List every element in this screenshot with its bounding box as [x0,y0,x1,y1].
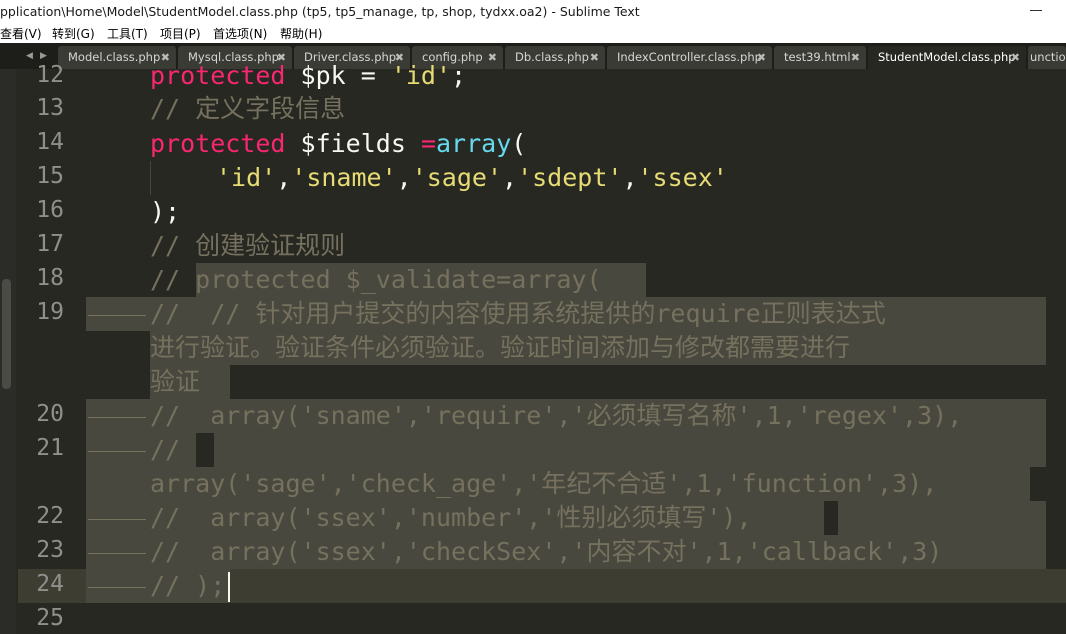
menu-bar: 查看(V) 转到(G) 工具(T) 项目(P) 首选项(N) 帮助(H) [0,24,1066,43]
tab-studentmodel[interactable]: StudentModel.class.php ✖ [868,46,1026,69]
close-icon[interactable]: ✖ [488,46,497,69]
code-line-14[interactable]: protected $fields =array( [150,127,526,161]
string-literal: 'sdept' [517,163,623,192]
code-line-12[interactable]: protected $pk = 'id'; [150,59,466,93]
tab-marker [88,553,146,554]
keyword: protected [150,61,286,90]
text-cursor [228,572,230,602]
tab-label: IndexController.class.php [617,50,762,64]
code-text: ( [511,129,527,158]
code-line-17[interactable]: // 创建验证规则 [150,229,345,263]
tab-marker [88,315,146,316]
tab-db[interactable]: Db.class.php ✖ [505,46,605,69]
keyword: protected [150,129,286,158]
tab-marker [88,451,146,452]
line-number: 12 [36,62,64,88]
tab-label: test39.html [784,50,851,64]
menu-help[interactable]: 帮助(H) [280,25,322,42]
line-number: 24 [36,571,64,597]
tab-label: Db.class.php [515,50,589,64]
menu-tools[interactable]: 工具(T) [107,25,148,42]
line-number: 25 [36,605,64,631]
close-icon[interactable]: ✖ [851,46,860,69]
selection-region [838,501,1046,535]
code-line-15[interactable]: 'id','sname','sage','sdept','ssex' [216,161,728,195]
menu-goto[interactable]: 转到(G) [52,25,95,42]
line-number: 22 [36,503,64,529]
code-line-21b[interactable]: array('sage','check_age','年纪不合适',1,'func… [150,467,937,501]
function-name: array [436,129,512,158]
line-number: 15 [36,163,64,189]
code-text: , [502,163,518,192]
line-number: 20 [36,401,64,427]
code-line-18[interactable]: // protected $_validate=array( [150,263,602,297]
tab-label: unction [1030,50,1066,64]
code-line-22[interactable]: // array('ssex','number','性别必须填写'), [150,501,752,535]
line-number: 23 [36,537,64,563]
line-number: 14 [36,129,64,155]
tab-label: Model.class.php [68,50,161,64]
code-line-23[interactable]: // array('ssex','checkSex','内容不对',1,'cal… [150,535,942,569]
code-text: , [396,163,412,192]
operator: = [420,129,436,158]
selection-region [214,433,1046,467]
string-literal: 'id' [216,163,277,192]
tab-indexcontroller[interactable]: IndexController.class.php ✖ [607,46,772,69]
tab-marker [88,519,146,520]
code-text: ; [451,61,467,90]
string-literal: 'ssex' [637,163,728,192]
minimap-thumb[interactable] [2,279,11,389]
string-literal: 'id' [390,61,452,90]
menu-preferences[interactable]: 首选项(N) [213,25,267,42]
window-title: pplication\Home\Model\StudentModel.class… [0,4,640,19]
close-icon[interactable]: ✖ [1011,46,1020,69]
code-line-19c[interactable]: 验证 [150,365,200,399]
code-text: $pk = [285,61,391,90]
code-line-20[interactable]: // array('sname','require','必须填写名称',1,'r… [150,399,962,433]
tab-label: StudentModel.class.php [878,50,1016,64]
title-bar: pplication\Home\Model\StudentModel.class… [0,0,1066,24]
menu-view[interactable]: 查看(V) [0,25,42,42]
tab-function[interactable]: unction [1028,46,1066,69]
code-line-19a[interactable]: // // 针对用户提交的内容使用系统提供的require正则表达式 [150,297,886,331]
tab-next-icon[interactable]: ▶ [40,51,47,61]
line-number: 16 [36,197,64,223]
code-text: , [276,163,292,192]
code-line-24[interactable]: // ); [150,569,225,603]
code-line-13[interactable]: // 定义字段信息 [150,92,345,126]
menu-project[interactable]: 项目(P) [160,25,201,42]
close-icon[interactable]: ✖ [757,46,766,69]
indent-guide [150,161,151,195]
code-text: $fields [285,129,421,158]
tab-test39[interactable]: test39.html ✖ [774,46,866,69]
line-number: 21 [36,435,64,461]
tab-marker [88,417,146,418]
string-literal: 'sage' [411,163,503,192]
line-number: 18 [36,265,64,291]
string-literal: 'sname' [291,163,397,192]
tab-marker [88,587,146,588]
code-line-16[interactable]: ); [150,195,180,229]
minimize-icon[interactable] [1030,2,1044,16]
line-number: 13 [36,95,64,121]
code-text: , [622,163,638,192]
line-number: 19 [36,299,64,325]
code-line-19b[interactable]: 进行验证。验证条件必须验证。验证时间添加与修改都需要进行 [150,331,850,365]
close-icon[interactable]: ✖ [590,46,599,69]
code-line-21a[interactable]: // [150,433,180,467]
tab-prev-icon[interactable]: ◀ [26,51,33,61]
line-number: 17 [36,231,64,257]
